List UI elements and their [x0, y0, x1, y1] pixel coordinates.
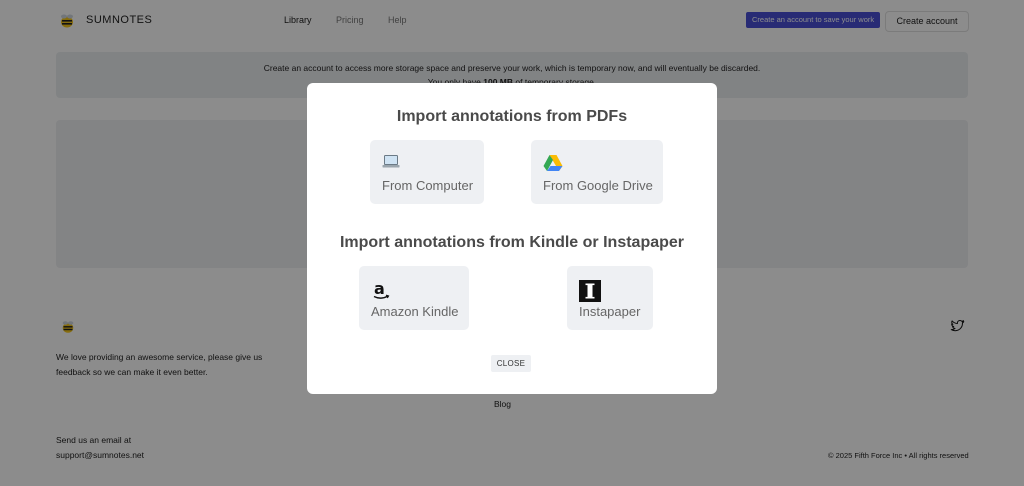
from-google-drive-label: From Google Drive — [543, 178, 653, 193]
laptop-icon — [382, 155, 400, 168]
kindle-import-title: Import annotations from Kindle or Instap… — [339, 234, 685, 251]
instapaper-label: Instapaper — [579, 304, 641, 319]
svg-text:a: a — [374, 280, 385, 298]
google-drive-icon — [543, 155, 563, 171]
import-modal: Import annotations from PDFs From Comput… — [307, 83, 717, 394]
amazon-icon: a — [373, 280, 390, 299]
from-computer-button[interactable]: From Computer — [370, 140, 484, 204]
amazon-kindle-button[interactable]: a Amazon Kindle — [359, 266, 469, 330]
from-google-drive-button[interactable]: From Google Drive — [531, 140, 663, 204]
instapaper-icon — [579, 280, 601, 302]
close-button[interactable]: CLOSE — [491, 355, 531, 372]
amazon-kindle-label: Amazon Kindle — [371, 304, 459, 319]
from-computer-label: From Computer — [382, 178, 474, 193]
instapaper-button[interactable]: Instapaper — [567, 266, 653, 330]
page: SUMNOTES Library Pricing Help Create an … — [0, 0, 1024, 486]
pdf-import-title: Import annotations from PDFs — [396, 108, 628, 125]
